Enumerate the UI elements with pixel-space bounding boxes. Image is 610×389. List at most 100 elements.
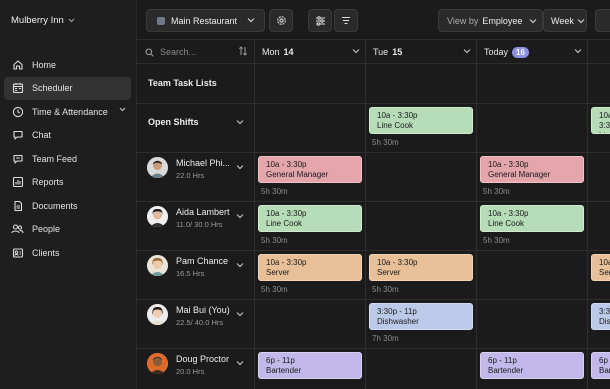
chevron-down-icon — [68, 18, 75, 23]
shift-time: 10a — [599, 258, 610, 267]
settings-button[interactable] — [269, 9, 293, 32]
team-task-lists-label[interactable]: Team Task Lists — [148, 78, 217, 88]
nav-item-reports[interactable]: Reports — [4, 171, 131, 195]
range-select[interactable]: Week — [543, 9, 587, 32]
shift-role: General Manager — [488, 170, 551, 179]
day-name: Mon — [262, 47, 280, 57]
avatar[interactable] — [147, 255, 168, 276]
shift-time: 6p - 11p — [266, 356, 295, 365]
calendar-icon — [11, 82, 24, 95]
nav-item-scheduler[interactable]: Scheduler — [4, 76, 131, 100]
divider — [137, 63, 610, 64]
divider — [137, 250, 610, 251]
nav-item-time-attendance[interactable]: Time & Attendance — [4, 100, 131, 124]
chevron-down-icon[interactable] — [236, 164, 244, 170]
workspace-switcher[interactable]: Mulberry Inn — [11, 15, 75, 26]
chevron-down-icon — [247, 17, 255, 23]
day-header-tue[interactable]: Tue 15 — [373, 46, 471, 58]
shift-card[interactable]: 10a - 3:30p Server — [369, 254, 473, 281]
employee-hours: 20.0 Hrs — [176, 367, 205, 376]
workspace-name: Mulberry Inn — [11, 15, 64, 26]
gear-icon — [276, 15, 287, 26]
shift-card[interactable]: 3:3 Dis — [591, 303, 610, 330]
shift-card[interactable]: 10a - 3:30p Line Cook — [258, 205, 362, 232]
shift-card[interactable]: 3:30p - 11p Dishwasher — [369, 303, 473, 330]
open-shifts-label[interactable]: Open Shifts — [148, 117, 199, 127]
employee-name[interactable]: Doug Proctor — [176, 354, 229, 364]
nav-item-documents[interactable]: Documents — [4, 194, 131, 218]
shift-role: Server — [266, 268, 290, 277]
chevron-down-icon[interactable] — [236, 262, 244, 268]
avatar[interactable] — [147, 206, 168, 227]
shift-duration: 5h 30m — [372, 285, 399, 294]
shift-role: Server — [377, 268, 401, 277]
nav-item-team-feed[interactable]: Team Feed — [4, 147, 131, 171]
day-header-mon[interactable]: Mon 14 — [262, 46, 360, 58]
shift-time: 10a - 3:30p — [488, 160, 529, 169]
day-header-today[interactable]: Today 16 — [484, 46, 582, 58]
schedule-grid: Search... Mon 14 Tue 15 Today 16 Team Ta… — [137, 40, 610, 389]
filter-button[interactable] — [308, 9, 332, 32]
shift-duration: 5h 30m — [372, 138, 399, 147]
shift-card[interactable]: 10a - 3:30p General Manager — [480, 156, 584, 183]
nav-label: Time & Attendance — [32, 106, 108, 117]
shift-time: 10a - 3:30p — [599, 111, 610, 130]
nav-label: Home — [32, 59, 57, 70]
shift-time: 3:30p - 11p — [377, 307, 417, 316]
chevron-down-icon[interactable] — [236, 311, 244, 317]
employee-hours: 16.5 Hrs — [176, 269, 205, 278]
search-input[interactable]: Search... — [160, 47, 196, 57]
employee-name[interactable]: Michael Phi... — [176, 158, 230, 168]
shift-time: 10a - 3:30p — [488, 209, 529, 218]
employee-name[interactable]: Pam Chance — [176, 256, 228, 266]
menu-lines-icon — [341, 16, 351, 25]
chevron-down-icon[interactable] — [236, 213, 244, 219]
nav-label: Team Feed — [32, 153, 78, 164]
location-select[interactable]: Main Restaurant — [146, 9, 265, 32]
shift-card[interactable]: 10a - 3:30p General Manager — [258, 156, 362, 183]
shift-card[interactable]: 10a - 3:30p Line Cook — [369, 107, 473, 134]
view-by-label: View by — [447, 15, 479, 26]
shift-card[interactable]: 10a - 3:30p Server — [258, 254, 362, 281]
avatar[interactable] — [147, 157, 168, 178]
shift-role: Bar — [599, 366, 610, 375]
avatar[interactable] — [147, 304, 168, 325]
shift-card[interactable]: 6p - 11p Bartender — [258, 352, 362, 379]
avatar[interactable] — [147, 353, 168, 374]
shift-duration: 5h 30m — [483, 236, 510, 245]
shift-role: Line Cook — [488, 219, 525, 228]
nav-item-chat[interactable]: Chat — [4, 124, 131, 148]
range-value: Week — [551, 15, 574, 26]
nav-item-home[interactable]: Home — [4, 53, 131, 77]
employee-name[interactable]: Aida Lambert — [176, 207, 230, 217]
day-name: Tue — [373, 47, 389, 57]
shift-card[interactable]: 10a - 3:30p Line — [591, 107, 610, 134]
nav-item-people[interactable]: People — [4, 218, 131, 242]
view-by-select[interactable]: View by Employee — [438, 9, 543, 32]
shift-role: Dis — [599, 317, 610, 326]
main-nav: Home Scheduler Time & Attendance Chat Te… — [4, 53, 131, 265]
sort-icon[interactable] — [238, 46, 248, 56]
chevron-down-icon[interactable] — [236, 119, 244, 125]
day-number: 15 — [392, 47, 403, 57]
shift-time: 10a - 3:30p — [266, 258, 307, 267]
employee-search[interactable]: Search... — [145, 46, 248, 58]
chevron-down-icon — [574, 48, 582, 54]
overflow-button[interactable] — [595, 9, 610, 32]
shift-card[interactable]: 10a Serv — [591, 254, 610, 281]
reports-icon — [11, 176, 24, 189]
shift-card[interactable]: 10a - 3:30p Line Cook — [480, 205, 584, 232]
chevron-down-icon[interactable] — [236, 360, 244, 366]
employee-name[interactable]: Mai Bui (You) — [176, 305, 230, 315]
divider — [137, 348, 610, 349]
shift-role: Bartender — [488, 366, 524, 375]
shift-card[interactable]: 6p - 11p Bartender — [480, 352, 584, 379]
sort-button[interactable] — [334, 9, 358, 32]
document-icon — [11, 199, 24, 212]
chevron-down-icon[interactable] — [119, 107, 126, 112]
shift-duration: 5h 30m — [261, 236, 288, 245]
divider — [254, 40, 255, 389]
shift-card[interactable]: 6p Bar — [591, 352, 610, 379]
nav-item-clients[interactable]: Clients — [4, 241, 131, 265]
chat-icon — [11, 129, 24, 142]
